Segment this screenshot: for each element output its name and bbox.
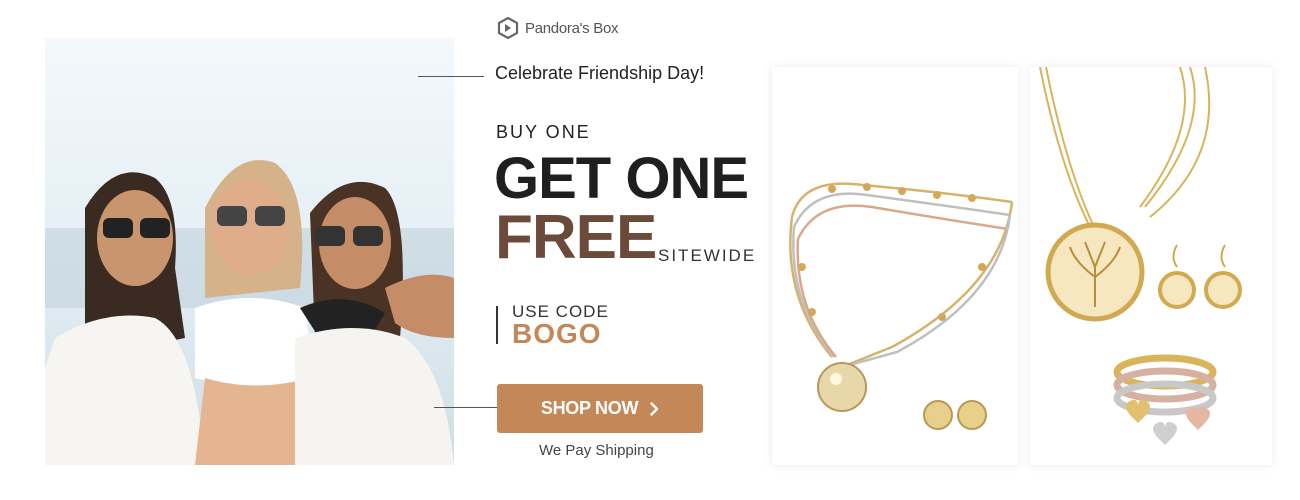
product-card-tree-of-life-set[interactable] bbox=[1030, 67, 1272, 465]
chevron-right-icon bbox=[650, 401, 659, 416]
promo-free: FREE bbox=[495, 203, 657, 272]
shipping-note: We Pay Shipping bbox=[539, 442, 654, 459]
product-card-necklace[interactable] bbox=[772, 67, 1018, 465]
divider-line bbox=[418, 76, 484, 77]
promo-buy-one: BUY ONE bbox=[496, 122, 591, 142]
tree-of-life-set-image bbox=[1039, 67, 1242, 445]
code-accent-bar bbox=[496, 306, 498, 344]
friends-photo bbox=[45, 38, 454, 465]
beaded-necklace-image bbox=[789, 182, 1014, 430]
shop-now-label: SHOP NOW bbox=[540, 398, 639, 418]
promo-tagline: Celebrate Friendship Day! bbox=[495, 63, 705, 83]
box-logo-icon bbox=[497, 17, 519, 39]
promo-code: BOGO bbox=[512, 318, 602, 349]
promo-sitewide: SITEWIDE bbox=[658, 246, 757, 265]
brand-name: Pandora's Box bbox=[525, 19, 619, 37]
shop-now-button[interactable]: SHOP NOW bbox=[497, 384, 703, 433]
brand-logo[interactable]: Pandora's Box bbox=[497, 14, 619, 42]
